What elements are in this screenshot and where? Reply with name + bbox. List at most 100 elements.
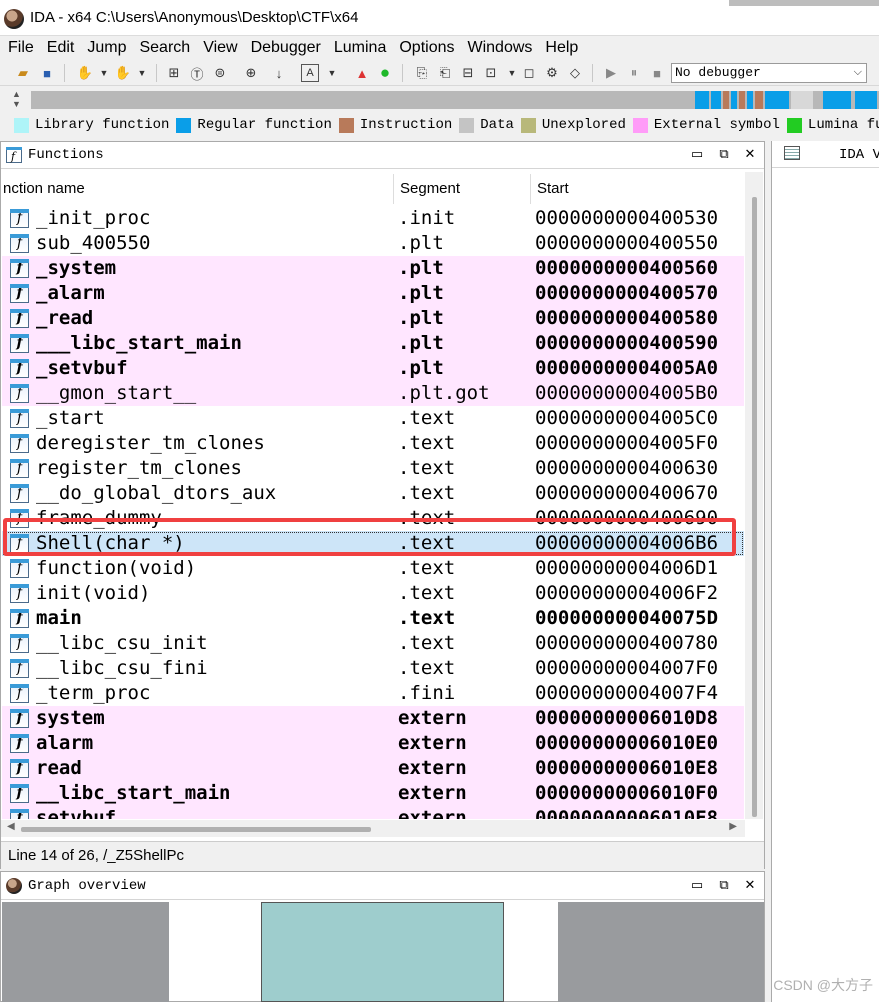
- maximize-icon[interactable]: ▭: [689, 146, 705, 162]
- xref-icon[interactable]: ⊕: [242, 64, 260, 82]
- ida-view-tab[interactable]: IDA V: [772, 141, 879, 168]
- graph-node-block[interactable]: [558, 902, 764, 1002]
- save-icon[interactable]: ■: [38, 64, 56, 82]
- menu-edit[interactable]: Edit: [47, 39, 75, 57]
- step-icon[interactable]: ↓: [270, 64, 288, 82]
- forward-icon[interactable]: ✋: [114, 64, 132, 82]
- horizontal-scrollbar[interactable]: ◀ ▶: [1, 820, 745, 837]
- text-icon[interactable]: Ⓣ: [188, 64, 206, 82]
- menu-debugger[interactable]: Debugger: [251, 39, 321, 57]
- menu-help[interactable]: Help: [545, 39, 578, 57]
- function-row[interactable]: f function(void) .text 00000000004006D1: [2, 556, 744, 581]
- menu-lumina[interactable]: Lumina: [334, 39, 386, 57]
- function-row[interactable]: f alarm extern 00000000006010E0: [2, 731, 744, 756]
- ida-view-panel: IDA V: [771, 141, 879, 1002]
- toolbar-separator: [64, 64, 65, 82]
- menu-options[interactable]: Options: [399, 39, 454, 57]
- close-icon[interactable]: ✕: [742, 877, 758, 893]
- menu-jump[interactable]: Jump: [87, 39, 126, 57]
- column-header-segment[interactable]: Segment: [394, 174, 531, 204]
- window-controls[interactable]: [729, 0, 879, 6]
- pause-icon[interactable]: ⏸: [625, 64, 643, 82]
- function-row[interactable]: f sub_400550 .plt 0000000000400550: [2, 231, 744, 256]
- function-icon: f: [10, 784, 29, 803]
- stop-icon[interactable]: ■: [648, 64, 666, 82]
- function-segment: .plt: [398, 307, 444, 329]
- vertical-scrollbar[interactable]: [745, 172, 763, 819]
- function-row[interactable]: f frame_dummy .text 0000000000400690: [2, 506, 744, 531]
- function-row[interactable]: f _term_proc .fini 00000000004007F4: [2, 681, 744, 706]
- function-row[interactable]: f ___libc_start_main .plt 0000000000400590: [2, 331, 744, 356]
- maximize-icon[interactable]: ▭: [689, 877, 705, 893]
- scroll-left-icon[interactable]: ◀: [7, 821, 15, 832]
- close-icon[interactable]: ✕: [742, 146, 758, 162]
- graph-icon[interactable]: ⊜: [211, 64, 229, 82]
- scroll-right-icon[interactable]: ▶: [729, 821, 737, 832]
- scrollbar-thumb[interactable]: [752, 197, 757, 817]
- back-icon[interactable]: ✋: [76, 64, 94, 82]
- menu-search[interactable]: Search: [139, 39, 190, 57]
- chevron-down-icon[interactable]: ▼: [323, 64, 341, 82]
- function-row[interactable]: f _setvbuf .plt 00000000004005A0: [2, 356, 744, 381]
- function-row[interactable]: f __libc_start_main extern 00000000006010F0: [2, 781, 744, 806]
- function-name: deregister_tm_clones: [36, 432, 265, 454]
- function-name: read: [36, 757, 82, 779]
- column-header-function-name[interactable]: nction name: [1, 174, 394, 204]
- function-row[interactable]: f deregister_tm_clones .text 00000000004005…: [2, 431, 744, 456]
- diamond-icon[interactable]: ◇: [566, 64, 584, 82]
- function-row[interactable]: f __do_global_dtors_aux .text 0000000000400…: [2, 481, 744, 506]
- restore-icon[interactable]: ⧉: [716, 146, 732, 162]
- function-segment: extern: [398, 732, 467, 754]
- function-row[interactable]: f _init_proc .init 0000000000400530: [2, 206, 744, 231]
- undefine-icon[interactable]: ◻: [520, 64, 538, 82]
- function-row[interactable]: f __gmon_start__ .plt.got 00000000004005B0: [2, 381, 744, 406]
- navigation-bar[interactable]: [31, 91, 879, 109]
- chevron-down-icon[interactable]: ▼: [133, 64, 151, 82]
- hex-icon[interactable]: ⊞: [165, 64, 183, 82]
- function-row[interactable]: f _start .text 00000000004005C0: [2, 406, 744, 431]
- nav-arrows-icon[interactable]: ▲ ▼: [12, 89, 21, 109]
- function-start: 0000000000400630: [535, 457, 719, 479]
- nav-segment: [823, 91, 851, 109]
- play-icon[interactable]: ▶: [602, 64, 620, 82]
- graph-viewport[interactable]: [261, 902, 504, 1002]
- function-row[interactable]: f init(void) .text 00000000004006F2: [2, 581, 744, 606]
- patch-icon[interactable]: ⚙: [543, 64, 561, 82]
- function-row[interactable]: f _alarm .plt 0000000000400570: [2, 281, 744, 306]
- function-row[interactable]: f __libc_csu_init .text 0000000000400780: [2, 631, 744, 656]
- function-row[interactable]: f _read .plt 0000000000400580: [2, 306, 744, 331]
- struct-icon[interactable]: ⊟: [459, 64, 477, 82]
- array-icon[interactable]: ⊡: [482, 64, 500, 82]
- debugger-select[interactable]: No debugger ⌵: [671, 63, 867, 83]
- function-segment: .text: [398, 407, 456, 429]
- restore-icon[interactable]: ⧉: [716, 877, 732, 893]
- function-name: frame_dummy: [36, 507, 162, 529]
- menu-view[interactable]: View: [203, 39, 237, 57]
- function-icon: f: [10, 484, 29, 503]
- function-row[interactable]: f main .text 000000000040075D: [2, 606, 744, 631]
- open-icon[interactable]: ▰: [14, 64, 32, 82]
- function-row[interactable]: f system extern 00000000006010D8: [2, 706, 744, 731]
- function-segment: .plt: [398, 232, 444, 254]
- function-row[interactable]: f Shell(char *) .text 00000000004006B6: [2, 531, 744, 556]
- graph-overview-title: Graph overview: [28, 878, 146, 894]
- function-row[interactable]: f __libc_csu_fini .text 00000000004007F0: [2, 656, 744, 681]
- function-segment: .text: [398, 507, 456, 529]
- function-name: system: [36, 707, 105, 729]
- chevron-down-icon[interactable]: ▼: [95, 64, 113, 82]
- scrollbar-thumb[interactable]: [21, 827, 371, 832]
- run-icon[interactable]: ●: [376, 63, 394, 82]
- menu-windows[interactable]: Windows: [467, 39, 532, 57]
- function-row[interactable]: f setvbuf extern 00000000006010F8: [2, 806, 744, 819]
- graph-node-block[interactable]: [2, 902, 169, 1002]
- function-row[interactable]: f read extern 00000000006010E8: [2, 756, 744, 781]
- breakpoint-icon[interactable]: ▲: [353, 64, 371, 82]
- column-header-start[interactable]: Start: [531, 174, 745, 204]
- function-row[interactable]: f register_tm_clones .text 0000000000400630: [2, 456, 744, 481]
- data-icon[interactable]: ⎗: [436, 64, 454, 82]
- menu-file[interactable]: File: [8, 39, 34, 57]
- chevron-down-icon[interactable]: ▼: [503, 64, 521, 82]
- code-icon[interactable]: ⎘: [413, 64, 431, 82]
- function-row[interactable]: f _system .plt 0000000000400560: [2, 256, 744, 281]
- font-icon[interactable]: A: [301, 64, 319, 82]
